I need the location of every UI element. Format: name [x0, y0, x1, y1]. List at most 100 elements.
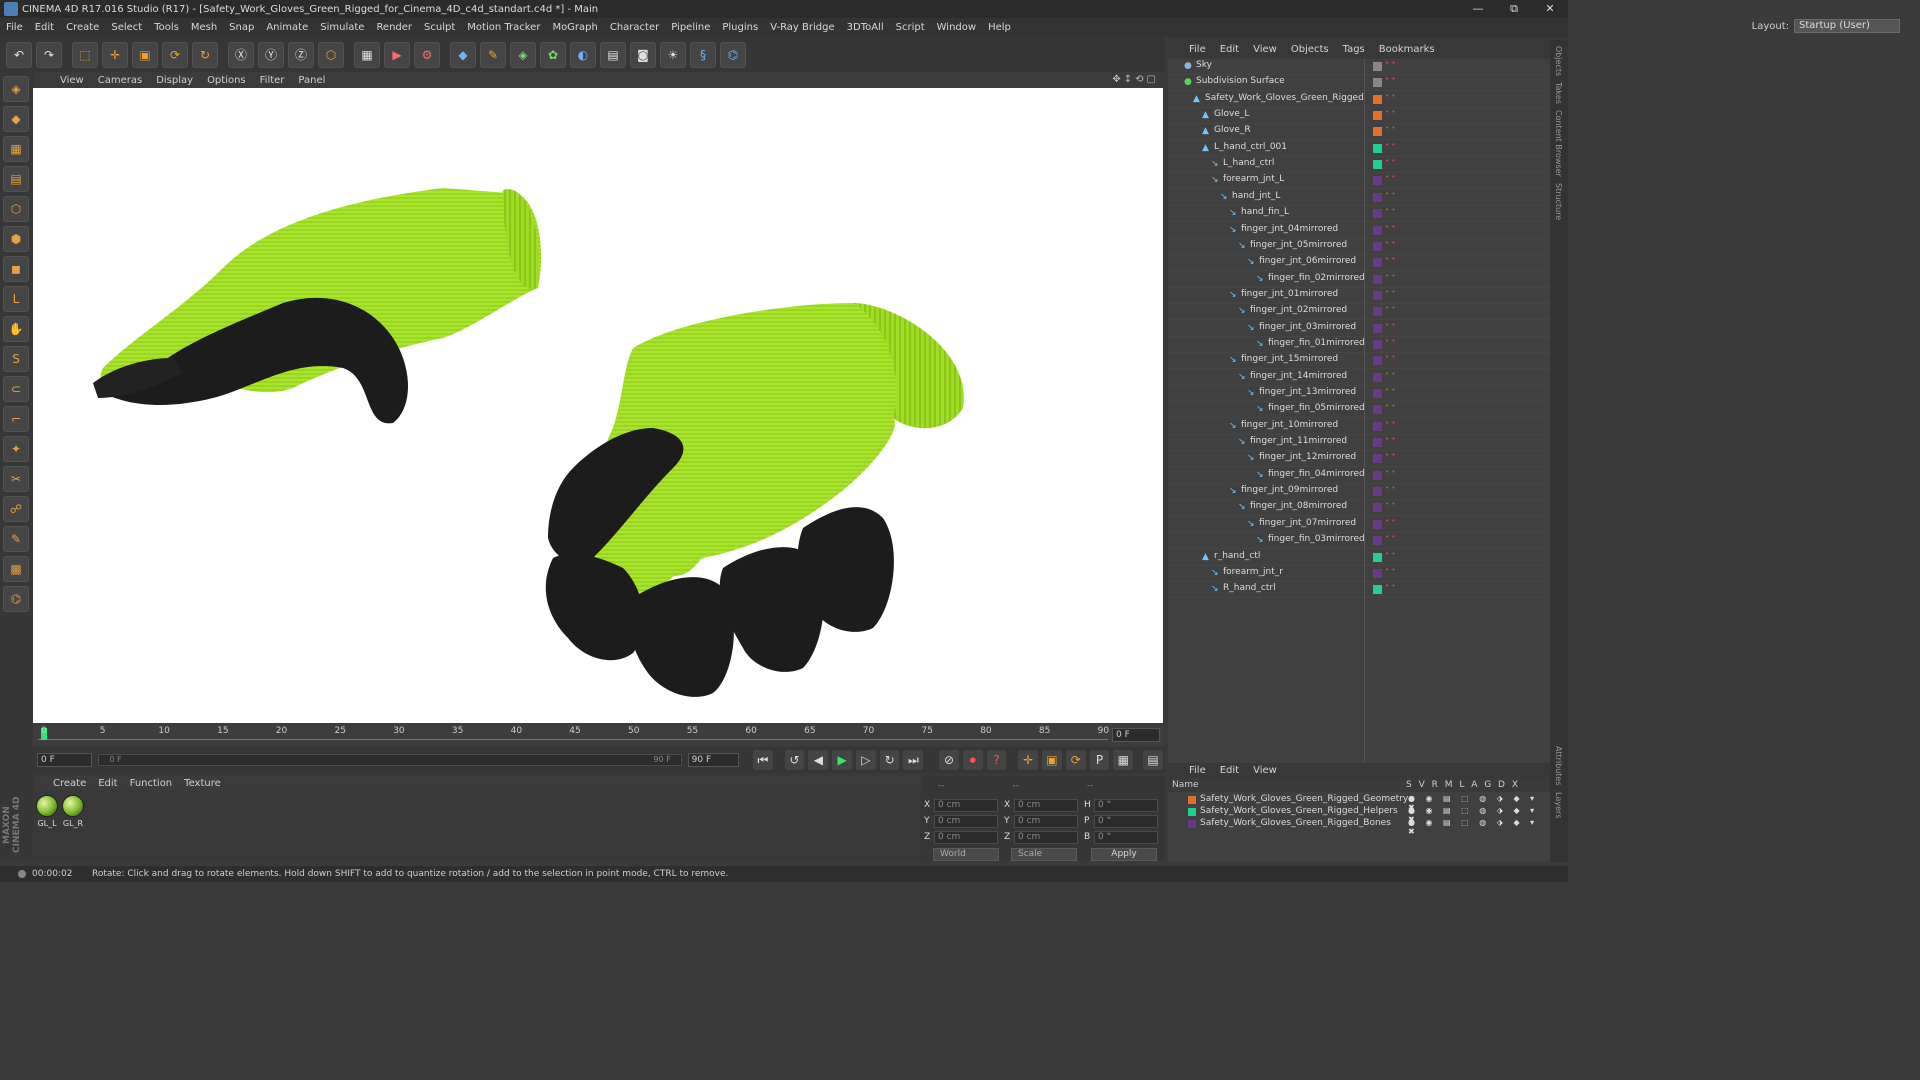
- layer-color-swatch[interactable]: [1373, 339, 1382, 349]
- menu-mograph[interactable]: MoGraph: [546, 22, 603, 33]
- object-row[interactable]: ↘ finger_jnt_08mirrored • •: [1168, 500, 1550, 517]
- render-picture-viewer-icon[interactable]: ▶: [384, 41, 410, 68]
- visibility-dots-icon[interactable]: • •: [1385, 550, 1395, 558]
- previous-key-icon[interactable]: ↺: [784, 750, 805, 770]
- end-frame-field[interactable]: 90 F: [687, 753, 740, 767]
- paint-icon[interactable]: ✎: [3, 526, 29, 552]
- object-row[interactable]: ↘ forearm_jnt_r • •: [1168, 566, 1550, 582]
- apply-button[interactable]: Apply: [1091, 848, 1157, 861]
- visibility-dots-icon[interactable]: • •: [1385, 386, 1395, 394]
- camera-icon[interactable]: ◙: [630, 41, 656, 68]
- menu-tools[interactable]: Tools: [148, 22, 185, 33]
- object-row[interactable]: ↘ finger_jnt_11mirrored • •: [1168, 435, 1550, 452]
- visibility-dots-icon[interactable]: • •: [1385, 272, 1395, 280]
- visibility-dots-icon[interactable]: • •: [1385, 223, 1395, 231]
- layer-color-swatch[interactable]: [1373, 143, 1382, 153]
- layer-color-swatch[interactable]: [1373, 225, 1382, 235]
- layer-row[interactable]: Safety_Work_Gloves_Green_Rigged_Helpers ●…: [1168, 806, 1550, 824]
- layer-color-swatch[interactable]: [1188, 808, 1196, 816]
- edges-mode-icon[interactable]: ⬢: [3, 226, 29, 252]
- coord-value-field[interactable]: 0 cm: [1014, 798, 1078, 812]
- timeline-frame-field[interactable]: 0 F: [1112, 728, 1160, 742]
- points-mode-icon[interactable]: ⬡: [3, 196, 29, 222]
- layer-color-swatch[interactable]: [1373, 438, 1382, 448]
- visibility-dots-icon[interactable]: • •: [1385, 402, 1395, 410]
- polygons-mode-icon[interactable]: ◼: [3, 256, 29, 282]
- visibility-dots-icon[interactable]: • •: [1385, 370, 1395, 378]
- right-tab-layers[interactable]: Layers: [1554, 792, 1563, 818]
- viewport-menu-cameras[interactable]: Cameras: [91, 75, 149, 86]
- coord-value-field[interactable]: 0 cm: [1014, 830, 1078, 844]
- object-row[interactable]: ↘ finger_jnt_06mirrored • •: [1168, 255, 1550, 272]
- object-row[interactable]: ▲ r_hand_ctl • •: [1168, 550, 1550, 566]
- visibility-dots-icon[interactable]: • •: [1385, 157, 1395, 165]
- menu-simulate[interactable]: Simulate: [314, 22, 370, 33]
- right-tab-takes[interactable]: Takes: [1554, 82, 1563, 104]
- texture-mode-icon[interactable]: ▦: [3, 136, 29, 162]
- coord-value-field[interactable]: 0 °: [1094, 814, 1158, 828]
- viewport-menu-view[interactable]: View: [53, 75, 91, 86]
- autokey-icon[interactable]: ⏺: [962, 750, 983, 770]
- workplane-icon[interactable]: ▤: [3, 166, 29, 192]
- layer-color-swatch[interactable]: [1373, 258, 1382, 268]
- layer-menu-file[interactable]: File: [1182, 765, 1213, 776]
- layer-color-swatch[interactable]: [1373, 470, 1382, 480]
- visibility-dots-icon[interactable]: • •: [1385, 517, 1395, 525]
- cloner-icon[interactable]: ✿: [540, 41, 566, 68]
- timeline-ruler[interactable]: 0 5 10 15 20 25 30 35 40 45 50 55 60 65 70 75 80 85 90 0 F: [33, 724, 1163, 746]
- layer-color-swatch[interactable]: [1373, 487, 1382, 497]
- object-menu-objects[interactable]: Objects: [1284, 44, 1336, 55]
- visibility-dots-icon[interactable]: • •: [1385, 190, 1395, 198]
- subdivision-surface-icon[interactable]: ◈: [510, 41, 536, 68]
- material-menu-function[interactable]: Function: [124, 778, 179, 789]
- magnet-icon[interactable]: ⊂: [3, 376, 29, 402]
- menu-help[interactable]: Help: [982, 22, 1017, 33]
- keyframe-selection-icon[interactable]: ?: [986, 750, 1007, 770]
- visibility-dots-icon[interactable]: • •: [1385, 288, 1395, 296]
- perspective-viewport[interactable]: [33, 88, 1163, 723]
- brush-icon[interactable]: ✦: [3, 436, 29, 462]
- layer-menu-edit[interactable]: Edit: [1213, 765, 1246, 776]
- menu-select[interactable]: Select: [105, 22, 148, 33]
- spline-pen-icon[interactable]: ✎: [480, 41, 506, 68]
- previous-frame-icon[interactable]: ◀: [808, 750, 829, 770]
- layer-color-swatch[interactable]: [1373, 421, 1382, 431]
- redo-icon[interactable]: ↷: [36, 41, 62, 68]
- visibility-dots-icon[interactable]: • •: [1385, 304, 1395, 312]
- layer-color-swatch[interactable]: [1373, 454, 1382, 464]
- viewport-menu-display[interactable]: Display: [149, 75, 200, 86]
- visibility-dots-icon[interactable]: • •: [1385, 124, 1395, 132]
- layer-color-swatch[interactable]: [1373, 274, 1382, 284]
- render-settings-icon[interactable]: ⚙: [414, 41, 440, 68]
- visibility-dots-icon[interactable]: • •: [1385, 108, 1395, 116]
- object-row[interactable]: ● Sky • •: [1168, 59, 1550, 75]
- layer-color-swatch[interactable]: [1373, 552, 1382, 562]
- material-menu-texture[interactable]: Texture: [178, 778, 227, 789]
- object-row[interactable]: ↘ forearm_jnt_L • •: [1168, 173, 1550, 190]
- layer-color-swatch[interactable]: [1373, 372, 1382, 382]
- object-row[interactable]: ▲ Glove_R • •: [1168, 124, 1550, 141]
- coord-value-field[interactable]: 0 cm: [934, 814, 998, 828]
- menu-3dtoall[interactable]: 3DToAll: [841, 22, 890, 33]
- object-menu-tags[interactable]: Tags: [1336, 44, 1372, 55]
- visibility-dots-icon[interactable]: • •: [1385, 451, 1395, 459]
- layout-dropdown[interactable]: Startup (User): [1794, 19, 1900, 33]
- object-menu-file[interactable]: File: [1182, 44, 1213, 55]
- layer-color-swatch[interactable]: [1373, 405, 1382, 415]
- menu-pipeline[interactable]: Pipeline: [665, 22, 716, 33]
- visibility-dots-icon[interactable]: • •: [1385, 533, 1395, 541]
- object-row[interactable]: ↘ finger_jnt_09mirrored • •: [1168, 484, 1550, 501]
- floor-icon[interactable]: ▤: [600, 41, 626, 68]
- scale-icon[interactable]: ▣: [132, 41, 158, 68]
- layer-color-swatch[interactable]: [1373, 192, 1382, 202]
- layer-color-swatch[interactable]: [1373, 160, 1382, 170]
- object-row[interactable]: ↘ finger_jnt_05mirrored • •: [1168, 239, 1550, 255]
- locked-workplane-icon[interactable]: ⌐: [3, 406, 29, 432]
- visibility-dots-icon[interactable]: • •: [1385, 468, 1395, 476]
- play-icon[interactable]: ▶: [832, 750, 852, 770]
- object-row[interactable]: ↘ L_hand_ctrl • •: [1168, 157, 1550, 174]
- visibility-dots-icon[interactable]: • •: [1385, 435, 1395, 443]
- menu-mesh[interactable]: Mesh: [185, 22, 223, 33]
- menu-plugins[interactable]: Plugins: [716, 22, 764, 33]
- coord-value-field[interactable]: 0 °: [1094, 798, 1158, 812]
